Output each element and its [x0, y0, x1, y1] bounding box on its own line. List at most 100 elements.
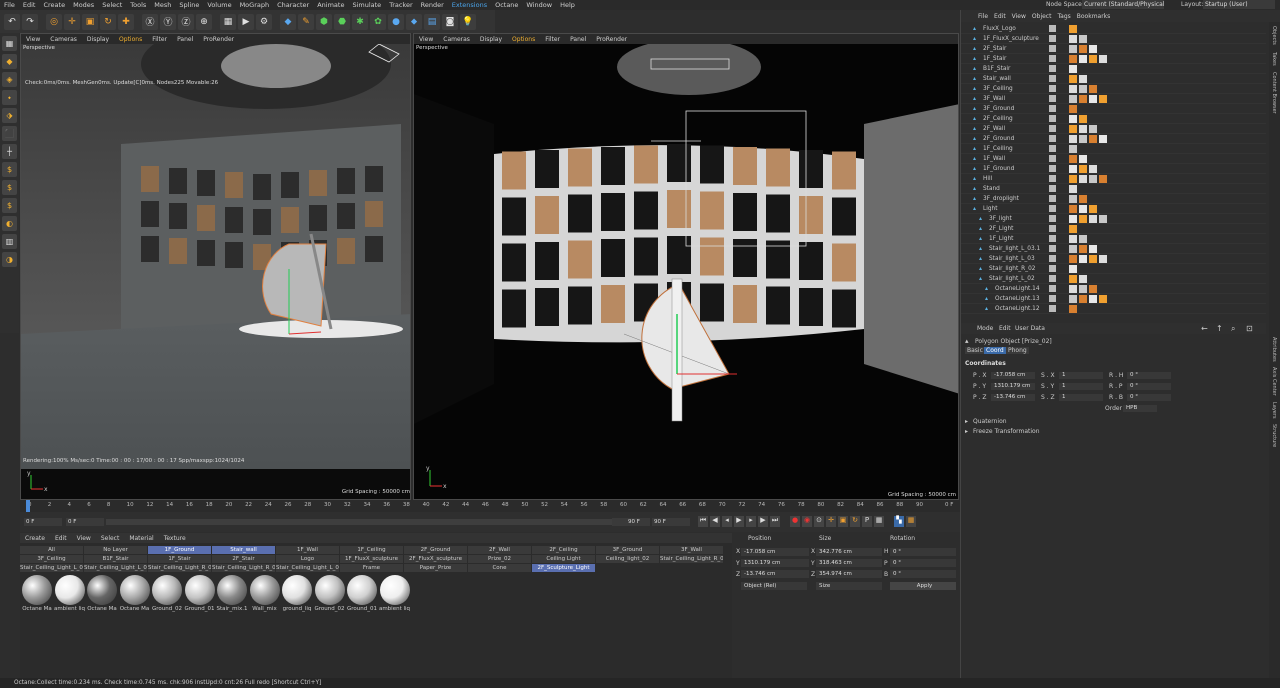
visibility-checkbox[interactable] [1049, 195, 1056, 202]
timeline-window-icon[interactable]: ▦ [906, 516, 916, 527]
material-tag-icon[interactable] [1069, 295, 1077, 303]
render-settings-icon[interactable]: ⚙ [256, 13, 272, 30]
visibility-checkbox[interactable] [1049, 275, 1056, 282]
object-row[interactable]: ▴ Stair_light_L_03 [961, 254, 1266, 264]
material-tag-icon[interactable] [1079, 215, 1087, 223]
next-key-icon[interactable]: ▶ [758, 516, 768, 527]
material-tag-icon[interactable] [1099, 55, 1107, 63]
layer-button[interactable]: 1F_Stair [148, 555, 211, 563]
menu-volume[interactable]: Volume [203, 0, 235, 10]
rotation-b-field[interactable]: 0 ° [890, 570, 956, 578]
object-row[interactable]: ▴ 3F_light [961, 214, 1266, 224]
next-frame-icon[interactable]: ▸ [746, 516, 756, 527]
visibility-checkbox[interactable] [1049, 125, 1056, 132]
x-axis-icon[interactable]: Ⓧ [142, 13, 158, 30]
tab-basic[interactable]: Basic [965, 347, 985, 354]
visibility-checkbox[interactable] [1049, 95, 1056, 102]
om-menu-edit[interactable]: Edit [991, 13, 1009, 20]
om-menu-object[interactable]: Object [1029, 13, 1055, 20]
material-tag-icon[interactable] [1069, 55, 1077, 63]
layer-button[interactable]: B1F_Stair [84, 555, 147, 563]
visibility-checkbox[interactable] [1049, 215, 1056, 222]
material-tag-icon[interactable] [1089, 205, 1097, 213]
visibility-checkbox[interactable] [1049, 235, 1056, 242]
visibility-checkbox[interactable] [1049, 305, 1056, 312]
generator-icon[interactable]: ⬣ [334, 13, 350, 30]
vp2-menu-filter[interactable]: Filter [540, 36, 565, 43]
object-row[interactable]: ▴ 3F_Wall [961, 94, 1266, 104]
material-tag-icon[interactable] [1079, 205, 1087, 213]
layer-button[interactable]: 1F_Ceiling [340, 546, 403, 554]
material-tag-icon[interactable] [1079, 45, 1087, 53]
redo-icon[interactable]: ↷ [22, 13, 38, 30]
object-row[interactable]: ▴ 3F_Ceiling [961, 84, 1266, 94]
menu-spline[interactable]: Spline [175, 0, 203, 10]
vp-menu-prorender[interactable]: ProRender [198, 36, 239, 43]
visibility-checkbox[interactable] [1049, 145, 1056, 152]
add-icon[interactable]: ✚ [118, 13, 134, 30]
scale-icon[interactable]: ▣ [82, 13, 98, 30]
coord-system-icon[interactable]: ⊕ [196, 13, 212, 30]
tab-phong[interactable]: Phong [1006, 347, 1029, 354]
layer-button[interactable]: 2F_FluxX_sculpture [404, 555, 467, 563]
material-tag-icon[interactable] [1089, 135, 1097, 143]
p-z-field[interactable]: -13.746 cm [991, 394, 1035, 401]
position-z-field[interactable]: -13.746 cm [741, 570, 809, 578]
side-tab-structure[interactable]: Structure [1271, 424, 1277, 447]
mograph-icon[interactable]: ✿ [370, 13, 386, 30]
material-tag-icon[interactable] [1079, 125, 1087, 133]
visibility-checkbox[interactable] [1049, 155, 1056, 162]
visibility-checkbox[interactable] [1049, 75, 1056, 82]
object-row[interactable]: ▴ 1F_Ceiling [961, 144, 1266, 154]
layer-button[interactable]: 3F_Ground [596, 546, 659, 554]
material-swatch[interactable] [282, 575, 312, 605]
menu-select[interactable]: Select [98, 0, 126, 10]
lock-icon[interactable]: ◐ [2, 216, 17, 231]
layer-button[interactable]: Stair_Ceiling_Light_L_03 [276, 564, 339, 572]
layer-button[interactable]: 2F_Sculpture_Light [532, 564, 595, 572]
layer-button[interactable]: Ceiling_light_02 [596, 555, 659, 563]
render-view-icon[interactable]: ▦ [220, 13, 236, 30]
menu-edit[interactable]: Edit [19, 0, 40, 10]
vp2-menu-panel[interactable]: Panel [565, 36, 591, 43]
timeline-mode-icon[interactable]: ▚ [894, 516, 904, 527]
object-row[interactable]: ▴ 1F_Ground [961, 164, 1266, 174]
light-icon[interactable]: 💡 [460, 13, 476, 30]
material-tag-icon[interactable] [1069, 155, 1077, 163]
object-row[interactable]: ▴ 2F_Stair [961, 44, 1266, 54]
vp-menu-panel[interactable]: Panel [172, 36, 198, 43]
layer-button[interactable]: Stair_Ceiling_Light_R_01 [660, 555, 723, 563]
object-row[interactable]: ▴ OctaneLight.14 [961, 284, 1266, 294]
material-tag-icon[interactable] [1099, 255, 1107, 263]
material-tag-icon[interactable] [1069, 85, 1077, 93]
visibility-checkbox[interactable] [1049, 85, 1056, 92]
mat-menu-texture[interactable]: Texture [159, 535, 191, 542]
visibility-checkbox[interactable] [1049, 65, 1056, 72]
vp2-menu-view[interactable]: View [414, 36, 438, 43]
layer-button[interactable]: Prize_02 [468, 555, 531, 563]
layer-button[interactable]: 2F_Ground [404, 546, 467, 554]
node-space-dropdown[interactable]: Current (Standard/Physical) [1082, 0, 1164, 9]
material-tag-icon[interactable] [1089, 55, 1097, 63]
keyframe-selection-icon[interactable]: ⊙ [814, 516, 824, 527]
menu-window[interactable]: Window [522, 0, 556, 10]
material-tag-icon[interactable] [1099, 175, 1107, 183]
menu-modes[interactable]: Modes [69, 0, 98, 10]
menu-mograph[interactable]: MoGraph [236, 0, 274, 10]
edges-mode-icon[interactable]: ⬗ [2, 108, 17, 123]
material-tag-icon[interactable] [1079, 155, 1087, 163]
object-mode-icon[interactable]: ▦ [2, 36, 17, 51]
material-tag-icon[interactable] [1069, 185, 1077, 193]
mat-menu-material[interactable]: Material [124, 535, 158, 542]
object-row[interactable]: ▴ 1F_Stair [961, 54, 1266, 64]
workplane-icon[interactable]: $ [2, 198, 17, 213]
layer-button[interactable]: 1F_Ground [148, 546, 211, 554]
layer-button[interactable]: Stair_Ceiling_Light_L_02 [84, 564, 147, 572]
layer-button[interactable]: 2F_Stair [212, 555, 275, 563]
object-row[interactable]: ▴ 2F_Ground [961, 134, 1266, 144]
menu-octane[interactable]: Octane [491, 0, 522, 10]
material-tag-icon[interactable] [1069, 285, 1077, 293]
side-tab-takes[interactable]: Takes [1271, 52, 1277, 66]
object-row[interactable]: ▴ OctaneLight.13 [961, 294, 1266, 304]
material-tag-icon[interactable] [1089, 295, 1097, 303]
